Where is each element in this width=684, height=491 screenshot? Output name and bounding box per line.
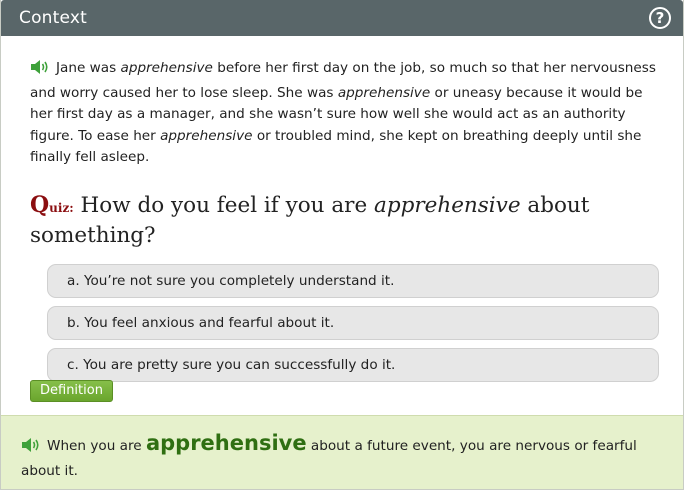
quiz-option-b[interactable]: b. You feel anxious and fearful about it… [47,305,659,340]
quiz-question: Quiz: How do you feel if you are apprehe… [30,191,683,250]
quiz-label: Quiz: [30,191,74,218]
quiz-option-c[interactable]: c. You are pretty sure you can successfu… [47,347,659,382]
context-title: Context [19,8,87,28]
definition-panel: When you are apprehensive about a future… [1,415,683,489]
quiz-word: apprehensive [374,192,521,218]
quiz-options: a. You’re not sure you completely unders… [47,263,659,382]
quiz-prefix: How do you feel if you are [80,192,374,218]
context-word-2: apprehensive [337,84,431,101]
help-icon[interactable]: ? [649,7,671,29]
quiz-option-a[interactable]: a. You’re not sure you completely unders… [47,263,659,298]
quiz-label-q: Q [30,191,50,218]
context-paragraph: Jane was apprehensive before her first d… [1,36,683,169]
context-word-3: apprehensive [160,127,253,144]
definition-word: apprehensive [145,431,307,455]
context-panel: Context ? Jane was apprehensive before h… [0,0,684,490]
quiz-label-rest: uiz: [49,200,74,215]
definition-prefix: When you are [47,438,146,454]
speaker-icon[interactable] [21,437,43,461]
definition-button[interactable]: Definition [30,380,113,402]
context-text-1: Jane was [56,60,121,76]
context-word-1: apprehensive [120,60,213,76]
context-header: Context ? [1,0,683,36]
speaker-icon[interactable] [30,59,52,83]
